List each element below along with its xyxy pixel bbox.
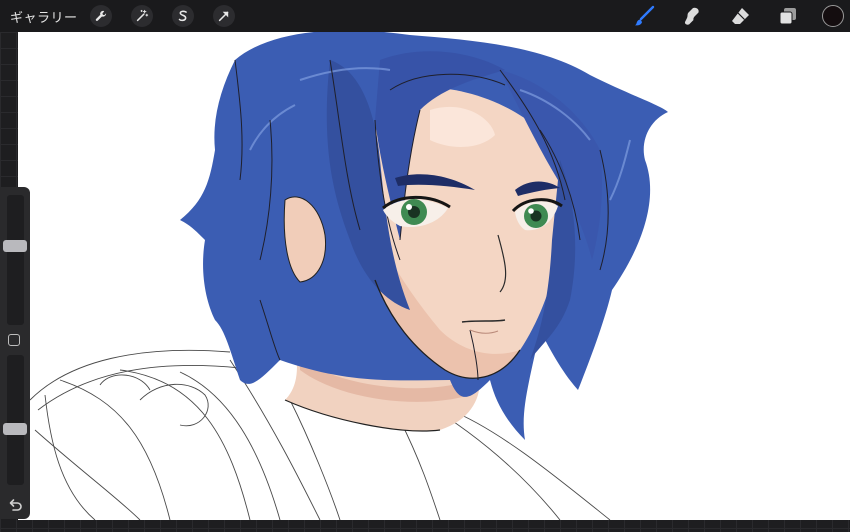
modify-button[interactable] xyxy=(8,334,20,346)
opacity-slider[interactable] xyxy=(7,355,24,485)
selection-s-icon xyxy=(178,10,187,22)
top-toolbar: ギャラリー xyxy=(0,0,850,32)
drawing-canvas[interactable] xyxy=(18,32,850,520)
color-picker-button[interactable] xyxy=(822,5,844,27)
smudge-icon xyxy=(684,7,699,25)
layers-icon xyxy=(779,8,796,25)
brush-size-thumb[interactable] xyxy=(3,239,27,252)
right-toolset xyxy=(610,0,850,32)
layers-button[interactable] xyxy=(774,2,802,30)
smudge-tool-button[interactable] xyxy=(678,2,706,30)
undo-icon xyxy=(9,499,22,511)
eraser-icon xyxy=(732,8,749,24)
selection-button[interactable] xyxy=(171,5,194,27)
artwork xyxy=(29,32,668,520)
adjustments-button[interactable] xyxy=(130,5,153,27)
magic-wand-icon xyxy=(136,9,148,22)
eraser-tool-button[interactable] xyxy=(726,2,754,30)
arrow-cursor-icon xyxy=(218,11,228,22)
brush-icon xyxy=(635,5,655,26)
transform-button[interactable] xyxy=(212,5,235,27)
opacity-thumb[interactable] xyxy=(3,423,27,436)
brush-size-slider[interactable] xyxy=(7,195,24,325)
wrench-icon xyxy=(95,10,106,21)
left-sidebar xyxy=(0,187,30,519)
undo-button[interactable] xyxy=(6,497,24,515)
actions-button[interactable] xyxy=(89,5,112,27)
paint-tool-button[interactable] xyxy=(630,2,658,30)
gallery-button[interactable]: ギャラリー xyxy=(10,7,78,26)
